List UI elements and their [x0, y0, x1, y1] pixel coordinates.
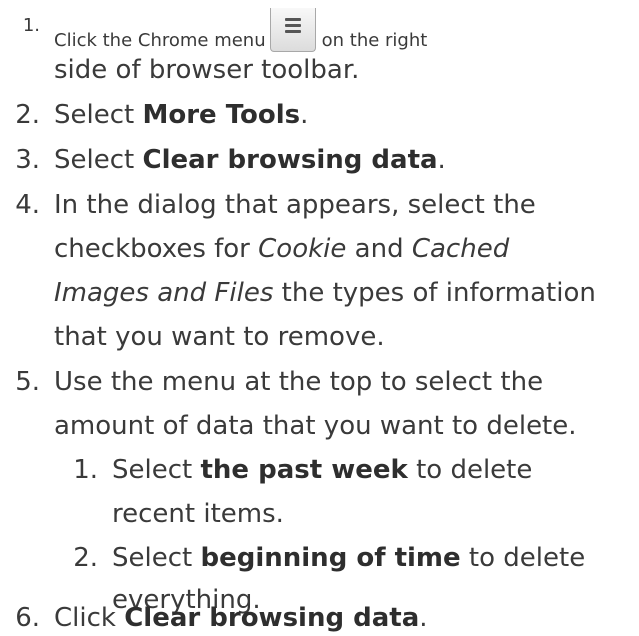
step-1: 1. Click the Chrome menu on the right — [0, 8, 639, 52]
step-number: 2. — [15, 100, 40, 130]
step-number: 4. — [15, 190, 40, 220]
step-number: 3. — [15, 145, 40, 175]
emphasis: More Tools — [142, 100, 301, 130]
step-number: 1. — [22, 15, 40, 36]
instructions-document: 1. Click the Chrome menu on the right sid… — [0, 0, 639, 633]
step-number: 6. — [15, 603, 40, 633]
emphasis: Clear browsing data — [142, 145, 438, 175]
substep-number: 2. — [73, 543, 98, 573]
step-number: 5. — [15, 367, 40, 397]
hamburger-menu-icon — [269, 8, 316, 52]
emphasis: the past week — [200, 455, 408, 485]
emphasis: beginning of time — [200, 543, 461, 573]
substep-number: 1. — [73, 455, 98, 485]
step-text: on the right — [321, 30, 428, 51]
step-text: Click the Chrome menu — [54, 30, 266, 51]
emphasis: Clear browsing data — [124, 603, 420, 633]
